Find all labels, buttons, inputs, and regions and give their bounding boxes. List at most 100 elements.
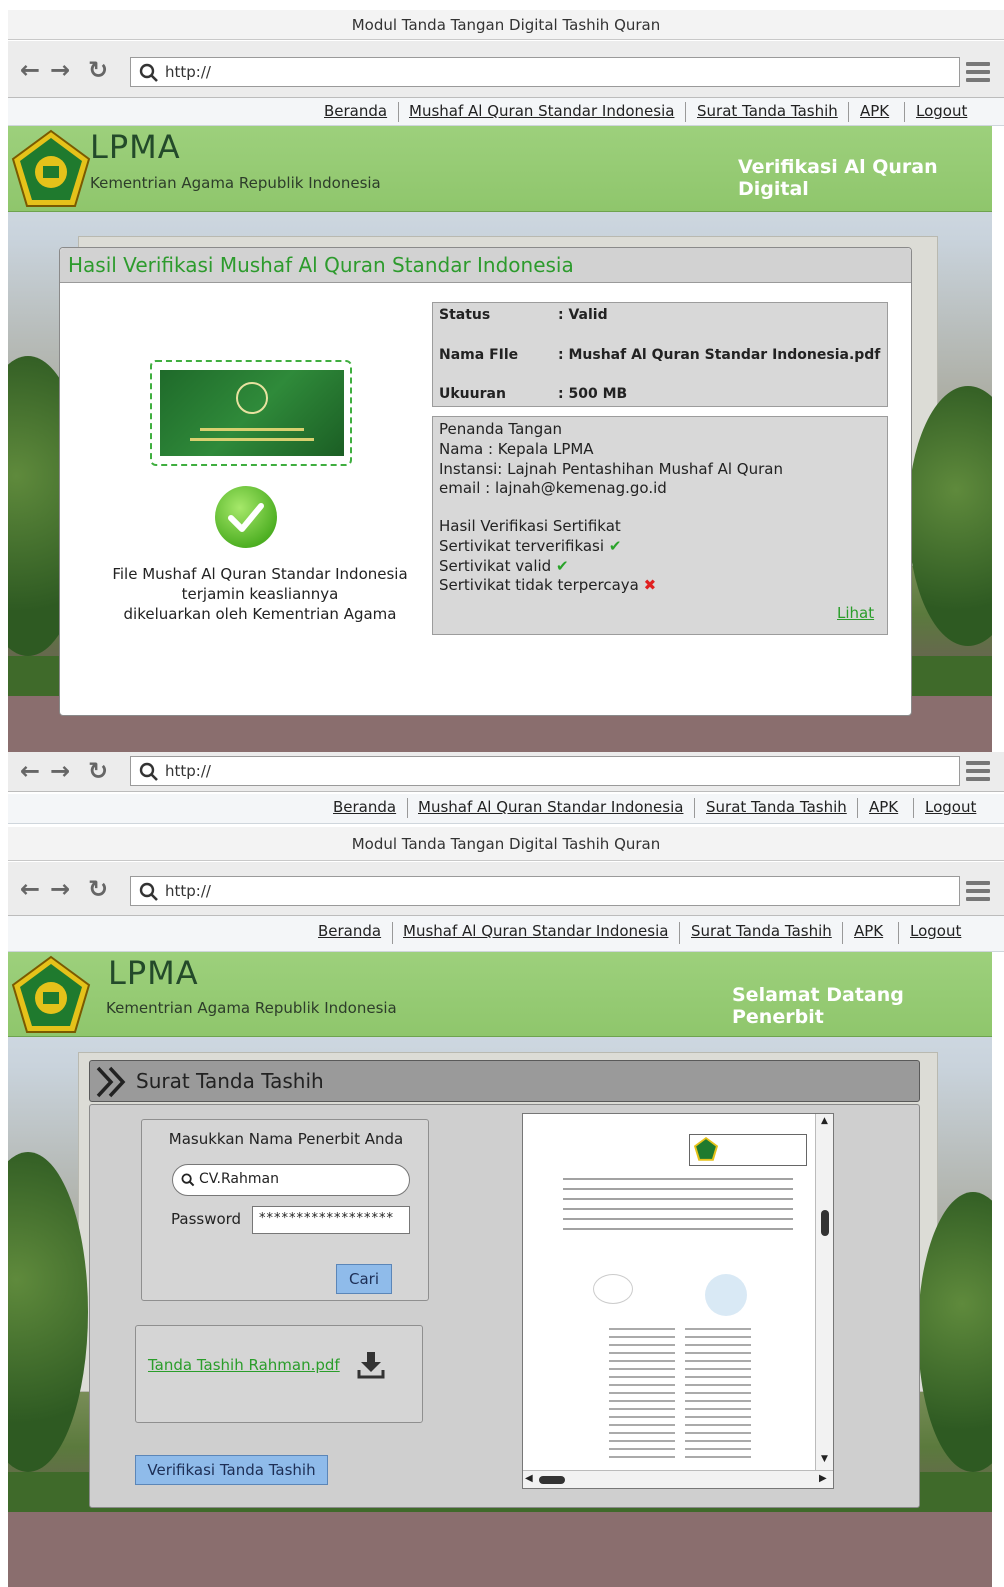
menu-icon[interactable] [966,761,990,781]
org-title: LPMA [108,954,199,992]
menu-beranda[interactable]: Beranda [318,918,381,944]
menu-separator [913,798,914,818]
forward-arrow-icon[interactable]: → [50,57,70,83]
menu-mushaf[interactable]: Mushaf Al Quran Standar Indonesia [409,98,674,124]
menu-separator [842,922,843,944]
forward-arrow-icon[interactable]: → [50,758,70,784]
double-chevron-icon [96,1066,126,1098]
banner-caption: Verifikasi Al Quran Digital [738,156,938,200]
download-icon[interactable] [356,1350,386,1380]
menu-separator [398,102,399,122]
cert-untrusted-text: Sertivikat tidak terpercaya [439,576,639,594]
back-arrow-icon[interactable]: ← [20,876,40,902]
signer-heading: Penanda Tangan [439,420,563,438]
section-title: Surat Tanda Tashih [136,1069,324,1093]
reload-icon[interactable]: ↻ [88,57,108,83]
menu-surat-tanda-tashih[interactable]: Surat Tanda Tashih [697,98,838,124]
password-label: Password [171,1210,242,1228]
window-title-bar: Modul Tanda Tangan Digital Tashih Quran [8,827,1004,861]
pdf-preview[interactable]: ▲ ▼ ◀ ▶ [522,1113,834,1489]
doc-list-right [685,1328,751,1458]
stamp-right [705,1274,747,1316]
status-value: : Valid [558,307,608,323]
window-title-bar: Modul Tanda Tangan Digital Tashih Quran [8,10,1004,40]
org-subtitle: Kementrian Agama Republik Indonesia [90,174,381,192]
signer-email: email : lajnah@kemenag.go.id [439,479,667,497]
reload-icon[interactable]: ↻ [88,758,108,784]
menu-beranda[interactable]: Beranda [324,98,387,124]
scroll-down-arrow-icon[interactable]: ▼ [821,1454,828,1464]
back-arrow-icon[interactable]: ← [20,758,40,784]
cert-verified-text: Sertivikat terverifikasi [439,537,605,555]
section-body: Masukkan Nama Penerbit Anda CV.Rahman Pa… [89,1104,920,1508]
panel-title: Hasil Verifikasi Mushaf Al Quran Standar… [60,248,911,283]
cert-valid: Sertivikat valid ✔ [439,557,569,575]
menu-mushaf[interactable]: Mushaf Al Quran Standar Indonesia [418,794,683,820]
scroll-thumb[interactable] [539,1476,565,1484]
horizontal-scrollbar[interactable]: ◀ ▶ [523,1470,833,1488]
form-title: Masukkan Nama Penerbit Anda [168,1130,404,1148]
menu-beranda[interactable]: Beranda [333,794,396,820]
download-card: Tanda Tashih Rahman.pdf [135,1325,423,1423]
kemenag-logo-icon [11,955,91,1033]
scroll-left-arrow-icon[interactable]: ◀ [525,1473,533,1484]
scroll-thumb[interactable] [821,1210,829,1236]
search-icon [181,1173,195,1187]
menu-apk[interactable]: APK [854,918,883,944]
signer-info-box: Penanda Tangan Nama : Kepala LPMA Instan… [432,416,888,635]
org-subtitle: Kementrian Agama Republik Indonesia [106,999,397,1017]
filename-label: Nama FIle [439,347,519,363]
menu-logout[interactable]: Logout [910,918,961,944]
menu-surat-tanda-tashih[interactable]: Surat Tanda Tashih [691,918,832,944]
search-icon [139,762,158,781]
menu-mushaf[interactable]: Mushaf Al Quran Standar Indonesia [403,918,668,944]
vertical-scrollbar[interactable]: ▲ ▼ [815,1114,833,1470]
mushaf-cover-image [160,370,344,456]
stamp-left [593,1274,633,1304]
check-icon: ✔ [608,537,622,555]
publisher-search-input[interactable]: CV.Rahman [172,1164,410,1196]
cover-ornament [236,382,268,414]
menu-surat-tanda-tashih[interactable]: Surat Tanda Tashih [706,794,847,820]
size-label: Ukuuran [439,386,506,402]
address-bar[interactable]: http:// [130,57,960,87]
cert-untrusted: Sertivikat tidak terpercaya ✖ [439,576,656,594]
verification-panel: Hasil Verifikasi Mushaf Al Quran Standar… [59,247,912,716]
back-arrow-icon[interactable]: ← [20,57,40,83]
filename-value: : Mushaf Al Quran Standar Indonesia.pdf [558,347,881,363]
cert-heading: Hasil Verifikasi Sertifikat [439,517,621,535]
banner-caption: Selamat Datang Penerbit [732,984,904,1028]
forward-arrow-icon[interactable]: → [50,876,70,902]
menu-separator [685,102,686,122]
search-icon [139,63,158,82]
reload-icon[interactable]: ↻ [88,876,108,902]
search-button[interactable]: Cari [336,1264,392,1294]
address-bar[interactable]: http:// [130,756,960,786]
header-banner: LPMA Kementrian Agama Republik Indonesia… [8,952,992,1037]
password-input[interactable]: ****************** [252,1206,410,1234]
caption-line: dikeluarkan oleh Kementrian Agama [123,605,397,623]
address-text: http:// [165,882,211,900]
menu-apk[interactable]: APK [869,794,898,820]
scroll-right-arrow-icon[interactable]: ▶ [819,1473,827,1484]
tree [8,1152,88,1472]
cover-text-line [190,438,314,441]
menu-logout[interactable]: Logout [916,98,967,124]
search-value: CV.Rahman [199,1171,279,1187]
menu-icon[interactable] [966,881,990,901]
address-text: http:// [165,63,211,81]
scroll-up-arrow-icon[interactable]: ▲ [821,1116,828,1126]
address-bar[interactable]: http:// [130,876,960,906]
menu-apk[interactable]: APK [860,98,889,124]
cross-icon: ✖ [643,576,657,594]
header-banner: LPMA Kementrian Agama Republik Indonesia… [8,126,992,212]
verify-tashih-button[interactable]: Verifikasi Tanda Tashih [135,1455,328,1485]
signer-agency: Instansi: Lajnah Pentashihan Mushaf Al Q… [439,460,783,478]
check-icon: ✔ [555,557,569,575]
view-link[interactable]: Lihat [837,604,874,622]
browser-toolbar-overlap: ← → ↻ http:// [8,752,1004,792]
menu-logout[interactable]: Logout [925,794,976,820]
menu-icon[interactable] [966,62,990,82]
pavement [8,1512,992,1587]
download-file-link[interactable]: Tanda Tashih Rahman.pdf [148,1356,340,1374]
